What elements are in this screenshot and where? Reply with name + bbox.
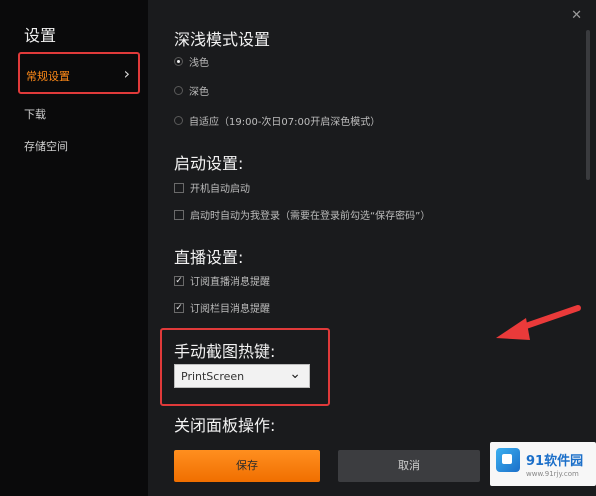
sidebar-item-general[interactable]: 常规设置 › — [18, 52, 140, 94]
save-button[interactable]: 保存 — [174, 450, 320, 482]
sidebar-item-download[interactable]: 下载 — [24, 106, 46, 122]
theme-section-title: 深浅模式设置 — [174, 30, 271, 49]
watermark-url: www.91rjy.com — [526, 470, 579, 478]
option-label: 订阅直播消息提醒 — [190, 277, 270, 288]
hotkey-section-title: 手动截图热键: — [174, 342, 276, 361]
startup-option-autologin[interactable]: 启动时自动为我登录（需要在登录前勾选“保存密码”） — [174, 207, 430, 222]
radio-icon — [174, 116, 183, 125]
watermark: 91软件园 www.91rjy.com — [490, 442, 596, 486]
checkbox-checked-icon: ✓ — [174, 302, 184, 313]
site-logo-icon — [496, 448, 520, 472]
theme-option-light[interactable]: 浅色 — [174, 54, 209, 69]
option-label: 启动时自动为我登录（需要在登录前勾选“保存密码”） — [190, 211, 431, 222]
settings-panel: ✕ 深浅模式设置 浅色 深色 自适应（19:00-次日07:00开启深色模式） … — [148, 0, 596, 496]
live-option-live-notify[interactable]: ✓ 订阅直播消息提醒 — [174, 273, 270, 288]
close-icon[interactable]: ✕ — [571, 8, 582, 23]
sidebar: 设置 常规设置 › 下载 存储空间 — [0, 0, 148, 496]
live-section-title: 直播设置: — [174, 248, 244, 267]
option-label: 深色 — [189, 87, 209, 98]
sidebar-item-label: 常规设置 — [26, 70, 70, 83]
radio-selected-icon — [174, 57, 183, 66]
checkbox-checked-icon: ✓ — [174, 275, 184, 286]
scrollbar[interactable] — [586, 30, 590, 180]
watermark-brand: 91软件园 — [526, 454, 584, 469]
hotkey-select[interactable]: PrintScreen ⌄ — [174, 364, 310, 388]
close-panel-section-title: 关闭面板操作: — [174, 416, 276, 435]
red-arrow-icon — [496, 305, 581, 340]
sidebar-item-storage[interactable]: 存储空间 — [24, 138, 68, 154]
theme-option-dark[interactable]: 深色 — [174, 83, 209, 98]
theme-option-auto[interactable]: 自适应（19:00-次日07:00开启深色模式） — [174, 113, 380, 128]
radio-icon — [174, 86, 183, 95]
startup-option-autostart[interactable]: 开机自动启动 — [174, 180, 250, 195]
checkbox-icon — [174, 209, 184, 220]
option-label: 自适应（19:00-次日07:00开启深色模式） — [189, 117, 381, 128]
option-label: 订阅栏目消息提醒 — [190, 304, 270, 315]
hotkey-select-value: PrintScreen — [181, 370, 245, 383]
cancel-button[interactable]: 取消 — [338, 450, 480, 482]
live-option-column-notify[interactable]: ✓ 订阅栏目消息提醒 — [174, 300, 270, 315]
checkbox-icon — [174, 182, 184, 193]
startup-section-title: 启动设置: — [174, 154, 244, 173]
sidebar-title: 设置 — [24, 26, 57, 45]
option-label: 浅色 — [189, 58, 209, 69]
option-label: 开机自动启动 — [190, 184, 250, 195]
hotkey-highlight: 手动截图热键: PrintScreen ⌄ — [160, 328, 330, 406]
chevron-right-icon: › — [123, 64, 130, 83]
chevron-down-icon: ⌄ — [289, 366, 301, 382]
